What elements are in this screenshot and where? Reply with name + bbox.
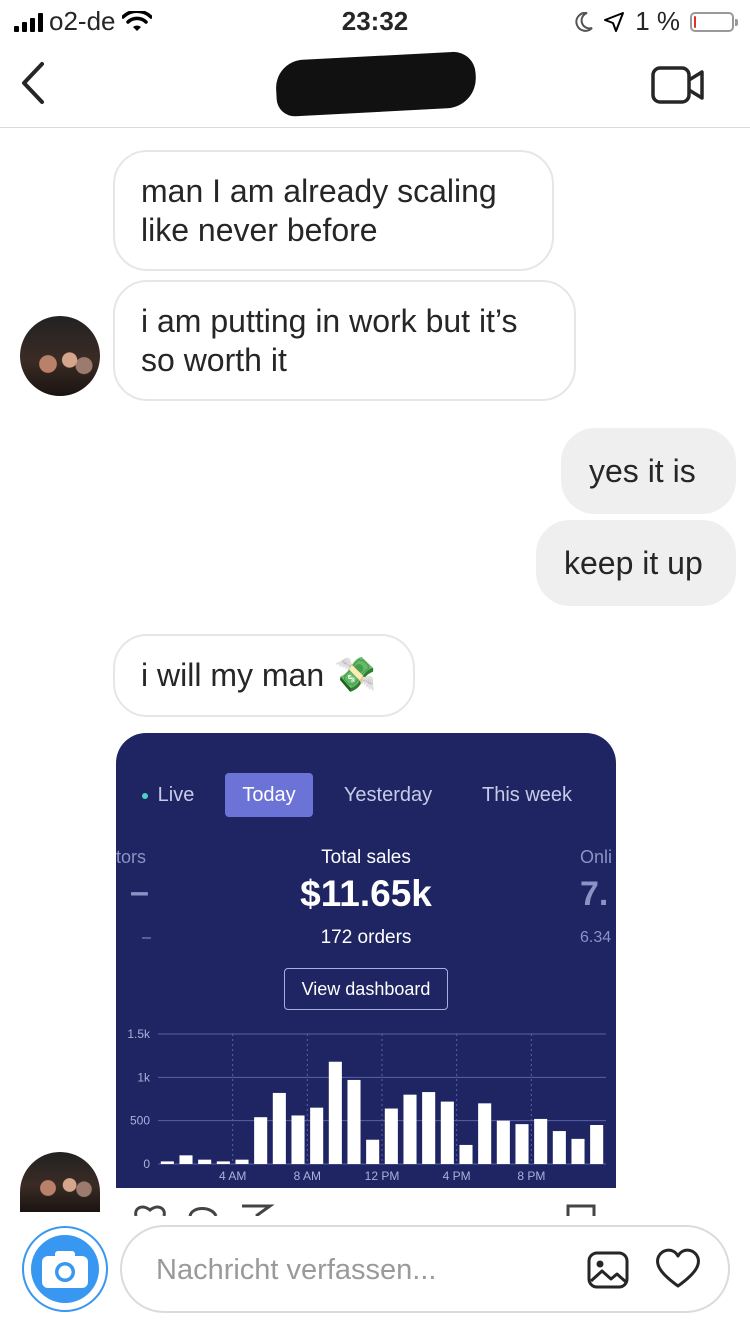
tab-this-week[interactable]: This week [472,773,582,817]
shared-image-sales-dashboard[interactable]: Live Today Yesterday This week tors – – … [116,733,616,1188]
contact-name-redacted[interactable] [274,50,478,118]
chart-bar [235,1159,249,1164]
chart-bar [571,1138,585,1164]
chevron-left-icon [22,62,44,104]
chart-bar [347,1079,361,1164]
battery-percent: 1 % [635,6,680,36]
view-dashboard-button[interactable]: View dashboard [284,968,448,1010]
tab-live[interactable]: Live [136,773,200,817]
tab-yesterday[interactable]: Yesterday [338,773,438,817]
message-text: man I am already scaling like never befo… [141,172,497,248]
chart-bar [216,1161,230,1164]
online-sub: 6.34 [580,929,612,946]
x-tick-label: 4 PM [443,1169,471,1183]
chart-bar [179,1155,193,1164]
chart-bar [384,1108,398,1164]
video-call-button[interactable] [650,64,706,106]
status-bar: o2-de 23:32 1 % [0,0,750,40]
x-tick-label: 4 AM [219,1169,246,1183]
message-composer [120,1225,730,1313]
total-sales-label: Total sales [321,847,411,868]
battery-icon [690,11,738,32]
message-text: i am putting in work but it’s so worth i… [141,302,518,378]
heart-outline-icon [134,1205,166,1216]
location-arrow-icon [604,11,625,32]
camera-button[interactable] [22,1226,108,1312]
chart-bar [590,1125,604,1164]
message-text: keep it up [564,544,703,581]
conversation-header [0,40,750,128]
chart-bar [254,1117,268,1164]
chart-bar [459,1144,473,1164]
bookmark-icon [566,1204,596,1216]
x-tick-label: 12 PM [365,1169,400,1183]
chart-bar [160,1161,174,1164]
message-text: yes it is [589,452,696,489]
online-value: 7. [580,875,609,913]
y-tick-label: 0 [143,1157,150,1171]
heart-icon [656,1248,700,1288]
message-input[interactable] [154,1249,578,1291]
chart-bar [552,1131,566,1164]
message-bubble-incoming[interactable]: man I am already scaling like never befo… [113,150,554,271]
money-with-wings-emoji: 💸 [334,656,377,694]
x-tick-label: 8 AM [294,1169,321,1183]
message-bubble-outgoing[interactable]: keep it up [536,520,736,606]
chart-bar [291,1115,305,1164]
send-icon [242,1204,275,1216]
orders-count: 172 orders [320,927,412,948]
comment-icon [188,1207,218,1216]
chart-bar [422,1092,436,1164]
total-sales-value: $11.65k [300,873,432,914]
tab-today[interactable]: Today [225,773,313,817]
back-button[interactable] [14,58,54,108]
status-indicators: 1 % [575,6,738,37]
chart-bar [328,1061,342,1164]
online-label: Onli [580,847,613,867]
chart-bar [272,1092,286,1164]
chart-bar [534,1118,548,1164]
chart-bar [478,1103,492,1164]
contact-avatar[interactable] [20,316,100,396]
message-text: i will my man [141,657,325,693]
chart-bar [515,1124,529,1164]
message-bubble-incoming[interactable]: i am putting in work but it’s so worth i… [113,280,576,401]
dashboard-tabs: Live Today Yesterday This week [116,773,616,817]
chart-bar [496,1120,510,1164]
chart-bar [403,1094,417,1164]
like-button[interactable] [654,1246,702,1290]
chart-bar [440,1101,454,1164]
chart-bar [310,1107,324,1164]
x-tick-label: 8 PM [517,1169,545,1183]
camera-icon [31,1235,99,1303]
message-bubble-outgoing[interactable]: yes it is [561,428,736,514]
hourly-sales-chart: 1.5k 1k 500 0 4 AM 8 AM 12 PM 4 PM 8 PM [127,1027,606,1183]
y-tick-label: 500 [130,1114,150,1128]
moon-icon [575,11,593,32]
message-bubble-incoming[interactable]: i will my man 💸 [113,634,415,717]
image-icon [587,1251,629,1289]
gallery-button[interactable] [586,1248,630,1292]
y-tick-label: 1.5k [127,1027,151,1041]
contact-avatar[interactable] [20,1152,100,1212]
battery-level [694,15,696,28]
image-action-icons [134,1204,596,1216]
chart-bar [366,1139,380,1164]
y-tick-label: 1k [137,1070,151,1084]
chart-bar [198,1159,212,1164]
video-camera-icon [651,66,704,104]
live-dot-icon [141,792,148,799]
